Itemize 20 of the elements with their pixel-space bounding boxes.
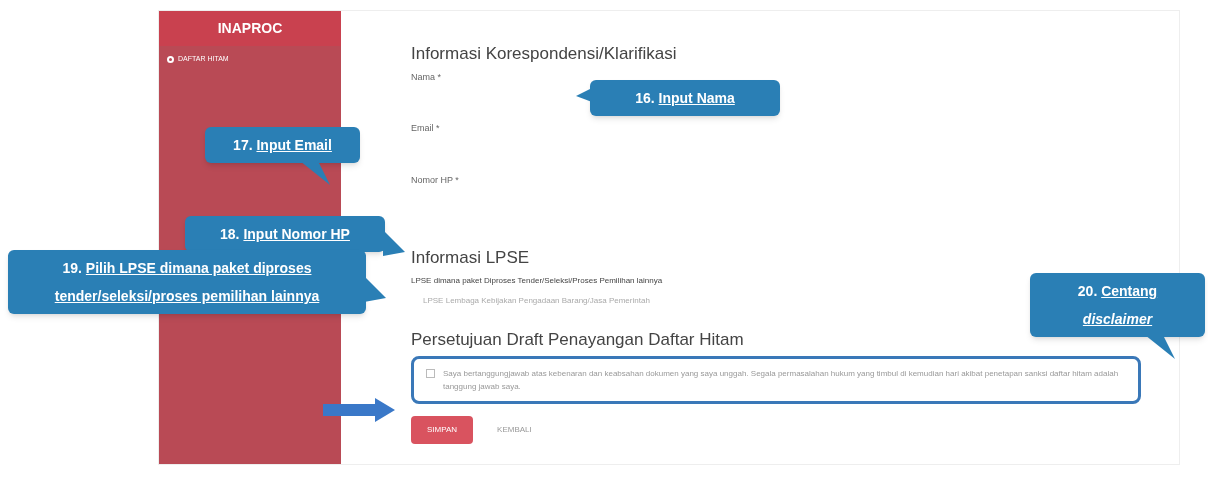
field-label: Email *: [411, 122, 440, 135]
callout-text: 17. Input Email: [233, 137, 332, 153]
section-title: Informasi Korespondensi/Klarifikasi: [411, 43, 677, 65]
section-title: Informasi LPSE: [411, 247, 530, 269]
section-title: Persetujuan Draft Penayangan Daftar Hitam: [411, 328, 744, 351]
field-label: LPSE dimana paket Diproses Tender/Seleksi/Proses Pemilihan lainnya: [411, 274, 663, 287]
back-button[interactable]: KEMBALI: [497, 424, 532, 436]
field-label: Nama *: [411, 70, 441, 84]
field-label: Nomor HP *: [411, 173, 459, 187]
callout-text: 20. Centang disclaimer: [1077, 283, 1158, 327]
radio-icon: [167, 55, 174, 63]
save-button[interactable]: SIMPAN: [411, 416, 474, 444]
callout-text: 18. Input Nomor HP: [220, 226, 350, 242]
brand-logo: INAPROC: [217, 19, 283, 38]
lpse-select[interactable]: LPSE Lembaga Kebijakan Pengadaan Barang/Jasa Pemerintah: [411, 290, 650, 311]
disclaimer-text: Saya bertanggungjawab atas kebenaran dan keabsahan dokumen yang saya unggah. Segala permasalahan hukum yang timbul di kemudian hari akibat penetapan sanksi daftar hitam adalah tanggung jawab saya.: [443, 368, 1120, 393]
checkbox[interactable]: [426, 369, 435, 378]
callout-text: 19. Pilih LPSE dimana paket diproses tender/seleksi/proses pemilihan lainnya: [54, 260, 320, 304]
arrow-icon: [323, 398, 395, 422]
callout-text: 16. Input Nama: [635, 90, 735, 106]
